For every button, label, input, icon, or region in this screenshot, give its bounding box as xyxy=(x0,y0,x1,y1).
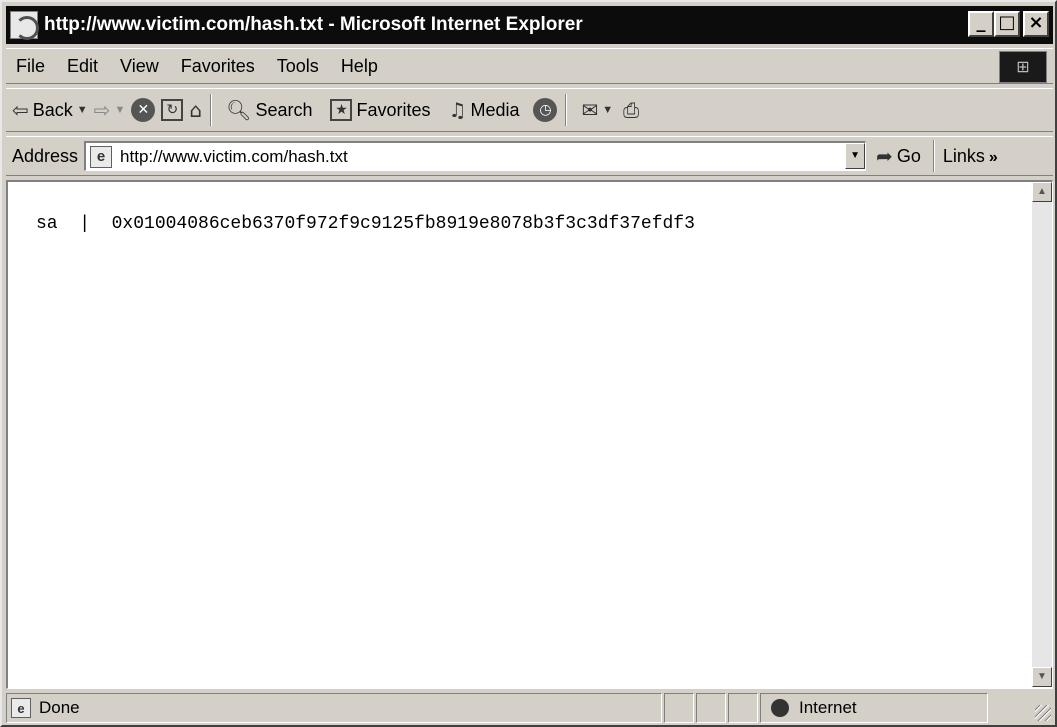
menu-favorites[interactable]: Favorites xyxy=(170,56,266,77)
security-zone: Internet xyxy=(760,693,988,723)
favorites-button[interactable]: ★ Favorites xyxy=(330,99,431,121)
media-label: Media xyxy=(470,99,520,120)
ie-logo-icon xyxy=(10,11,39,40)
history-button[interactable]: ◷ xyxy=(533,98,558,122)
refresh-button[interactable]: ↻ xyxy=(161,99,184,121)
scroll-down-icon[interactable]: ▼ xyxy=(1032,667,1052,687)
go-label: Go xyxy=(896,145,921,166)
maximize-button[interactable]: □ xyxy=(994,11,1020,37)
forward-arrow-icon: ⇨ xyxy=(93,98,111,122)
back-label: Back xyxy=(32,99,73,120)
menu-view[interactable]: View xyxy=(109,56,170,77)
menu-tools[interactable]: Tools xyxy=(266,56,330,77)
menu-edit[interactable]: Edit xyxy=(56,56,109,77)
address-url[interactable]: http://www.victim.com/hash.txt xyxy=(120,147,348,167)
links-button[interactable]: Links» xyxy=(943,146,998,167)
favorites-icon: ★ xyxy=(330,99,353,121)
toolbar-separator xyxy=(210,94,213,126)
print-icon: ⎙ xyxy=(623,98,640,122)
go-arrow-icon: ➦ xyxy=(876,144,893,168)
address-separator xyxy=(932,140,935,172)
media-button[interactable]: ♫ Media xyxy=(449,100,520,121)
forward-button[interactable]: ⇨ ▼ xyxy=(94,100,126,120)
stop-icon: ✕ xyxy=(131,98,156,122)
home-icon: ⌂ xyxy=(189,98,203,122)
links-label: Links xyxy=(942,145,985,166)
back-button[interactable]: ⇦ Back ▼ xyxy=(12,100,88,121)
browser-window: http://www.victim.com/hash.txt - Microso… xyxy=(0,0,1057,727)
back-dropdown-icon[interactable]: ▼ xyxy=(77,104,88,116)
hash-text: sa | 0x01004086ceb6370f972f9c9125fb8919e… xyxy=(36,214,695,234)
print-button[interactable]: ⎙ xyxy=(623,100,639,120)
menu-bar: File Edit View Favorites Tools Help ⊞ xyxy=(6,48,1053,84)
chevron-right-icon: » xyxy=(988,148,998,166)
refresh-icon: ↻ xyxy=(161,99,184,121)
address-input[interactable]: e http://www.victim.com/hash.txt ▼ xyxy=(84,141,867,171)
mail-button[interactable]: ✉ ▼ xyxy=(581,100,613,120)
back-arrow-icon: ⇦ xyxy=(12,98,29,122)
minimize-button[interactable]: _ xyxy=(968,11,994,37)
page-icon: e xyxy=(11,698,31,718)
menu-file[interactable]: File xyxy=(6,56,56,77)
scroll-up-icon[interactable]: ▲ xyxy=(1032,182,1052,202)
home-button[interactable]: ⌂ xyxy=(189,100,202,120)
forward-dropdown-icon[interactable]: ▼ xyxy=(114,104,125,116)
status-bar: e Done Internet xyxy=(6,693,1053,723)
status-pane xyxy=(728,693,758,723)
title-bar[interactable]: http://www.victim.com/hash.txt - Microso… xyxy=(6,6,1053,44)
media-icon: ♫ xyxy=(448,98,467,122)
status-pane xyxy=(664,693,694,723)
globe-icon xyxy=(771,699,789,717)
mail-icon: ✉ xyxy=(581,98,599,122)
status-main: e Done xyxy=(6,693,662,723)
menu-help[interactable]: Help xyxy=(330,56,389,77)
favorites-label: Favorites xyxy=(356,99,431,120)
toolbar-separator xyxy=(565,94,568,126)
vertical-scrollbar[interactable]: ▲ ▼ xyxy=(1032,182,1052,687)
address-label: Address xyxy=(12,145,79,166)
resize-grip[interactable] xyxy=(990,693,1053,723)
zone-label: Internet xyxy=(799,698,857,717)
status-pane xyxy=(696,693,726,723)
window-controls: _ □ × xyxy=(968,11,1049,37)
history-icon: ◷ xyxy=(533,98,558,122)
address-bar: Address e http://www.victim.com/hash.txt… xyxy=(6,136,1053,176)
stop-button[interactable]: ✕ xyxy=(131,98,156,122)
close-button[interactable]: × xyxy=(1023,11,1049,37)
search-label: Search xyxy=(255,99,313,120)
page-content: sa | 0x01004086ceb6370f972f9c9125fb8919e… xyxy=(6,180,1053,689)
window-title: http://www.victim.com/hash.txt - Microso… xyxy=(44,14,583,35)
go-button[interactable]: ➦ Go xyxy=(876,146,921,167)
address-dropdown-icon[interactable]: ▼ xyxy=(845,143,866,169)
page-icon: e xyxy=(90,145,113,168)
search-button[interactable]: 🔍︎ Search xyxy=(226,100,312,121)
standard-toolbar: ⇦ Back ▼ ⇨ ▼ ✕ ↻ ⌂ 🔍︎ Search ★ Favorites… xyxy=(6,88,1053,132)
status-text: Done xyxy=(39,698,80,717)
mail-dropdown-icon[interactable]: ▼ xyxy=(602,104,613,116)
windows-logo-icon: ⊞ xyxy=(999,51,1047,83)
search-icon: 🔍︎ xyxy=(226,98,252,122)
